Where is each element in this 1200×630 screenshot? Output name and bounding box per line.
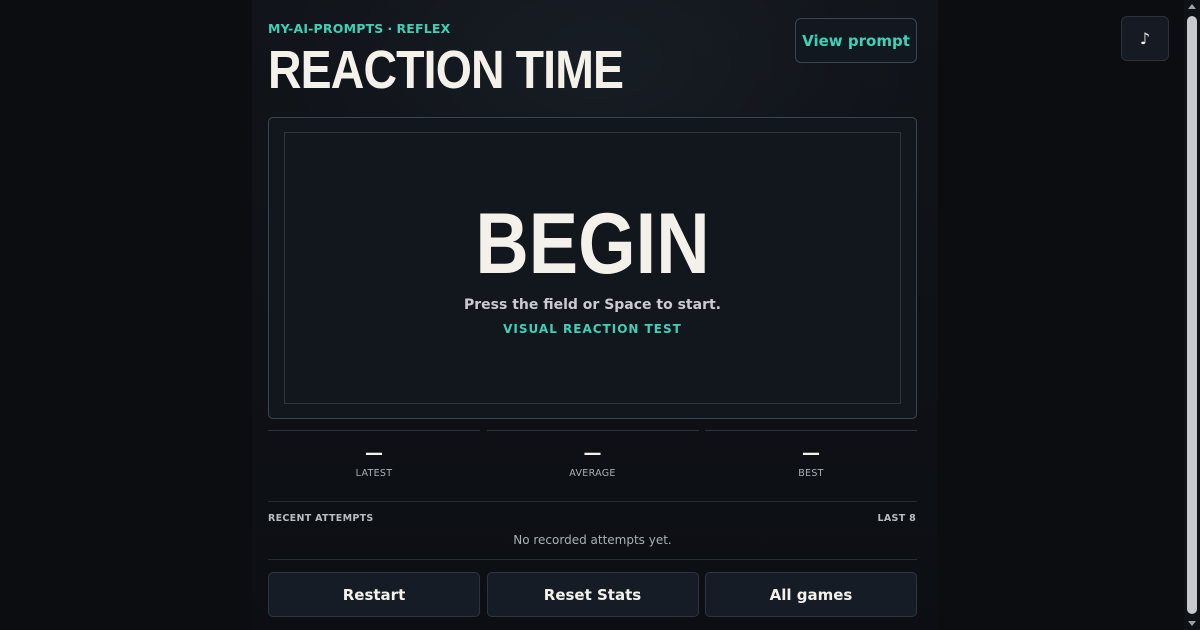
scrollbar[interactable]: [1184, 0, 1200, 630]
field-hint: Press the field or Space to start.: [464, 297, 721, 313]
page: MY-AI-PROMPTS · REFLEX REACTION TIME View …: [0, 0, 1200, 630]
breadcrumb-parent[interactable]: MY-AI-PROMPTS: [268, 21, 384, 36]
recent-range-label: LAST 8: [877, 513, 916, 524]
stat-value: —: [583, 443, 602, 464]
stat-label: BEST: [798, 468, 824, 479]
stat-latest: — LATEST: [268, 430, 480, 502]
stats-row: — LATEST — AVERAGE — BEST: [268, 430, 917, 502]
stat-value: —: [802, 443, 820, 464]
breadcrumb: MY-AI-PROMPTS · REFLEX: [268, 21, 451, 36]
stat-label: LATEST: [355, 468, 393, 479]
action-bar: Restart Reset Stats All games: [268, 572, 917, 617]
divider: [268, 501, 917, 502]
all-games-button[interactable]: All games: [705, 572, 917, 617]
breadcrumb-current: REFLEX: [396, 21, 451, 36]
music-note-icon: ♪: [1139, 29, 1151, 48]
reset-stats-button[interactable]: Reset Stats: [486, 572, 699, 617]
scroll-up-icon[interactable]: [1188, 4, 1196, 9]
scrollbar-thumb[interactable]: [1187, 16, 1197, 614]
view-prompt-button[interactable]: View prompt: [795, 18, 917, 63]
restart-button[interactable]: Restart: [268, 572, 480, 617]
recent-empty-message: No recorded attempts yet.: [513, 533, 672, 547]
divider: [268, 559, 917, 560]
stat-value: —: [365, 443, 383, 464]
reaction-field[interactable]: BEGIN Press the field or Space to start.…: [268, 117, 917, 419]
page-title: REACTION TIME: [268, 40, 624, 100]
music-toggle-button[interactable]: ♪: [1121, 16, 1169, 61]
recent-attempts-label: RECENT ATTEMPTS: [268, 513, 374, 524]
stat-label: AVERAGE: [569, 468, 616, 479]
scroll-down-icon[interactable]: [1188, 621, 1196, 626]
stat-best: — BEST: [705, 430, 917, 502]
reaction-field-inner[interactable]: BEGIN Press the field or Space to start.…: [284, 132, 901, 404]
stat-average: — AVERAGE: [486, 430, 699, 502]
breadcrumb-separator: ·: [387, 21, 393, 36]
field-heading: BEGIN: [475, 196, 710, 292]
field-mode-label: VISUAL REACTION TEST: [503, 322, 682, 336]
